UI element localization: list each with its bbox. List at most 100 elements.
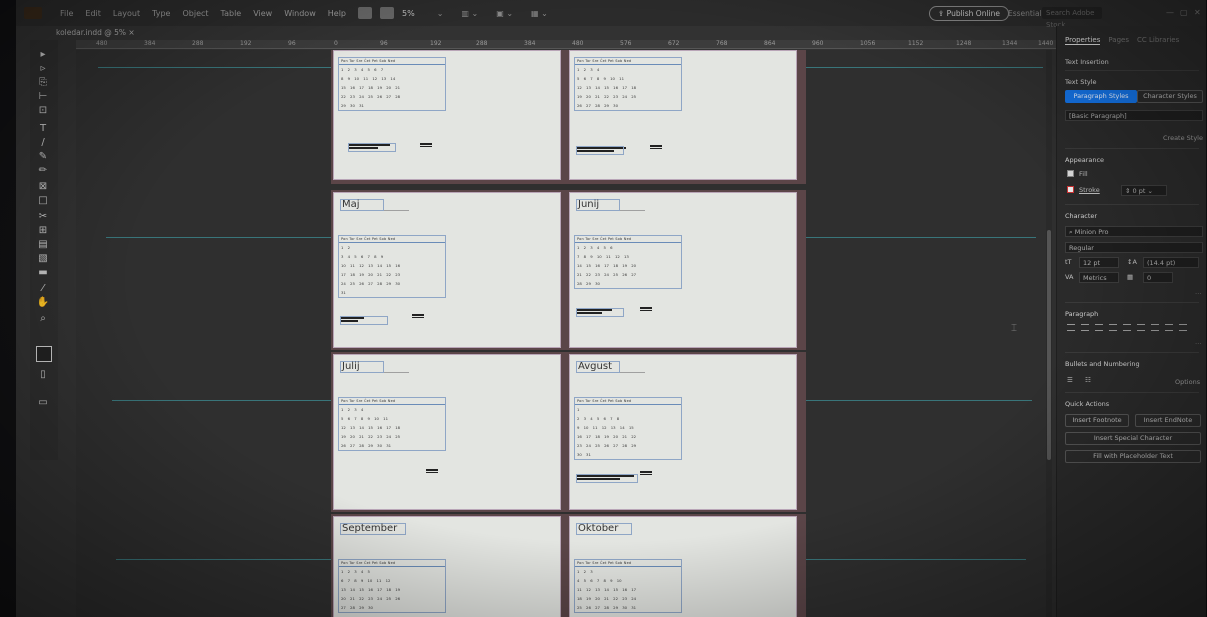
free-transform-tool-icon[interactable]: ⊞: [36, 226, 50, 236]
justify-right-icon[interactable]: [1137, 324, 1145, 331]
tracking-field[interactable]: 0: [1143, 272, 1173, 283]
text-frame[interactable]: [340, 316, 388, 325]
menu-view[interactable]: View: [253, 9, 272, 18]
page-right[interactable]: Pon Tor Sre Čet Pet Sob Ned 1 2 3 4 5 6 …: [569, 50, 797, 180]
leading-field[interactable]: (14.4 pt): [1143, 257, 1199, 268]
rectangle-frame-tool-icon[interactable]: ⊠: [36, 182, 50, 192]
align-towards-spine-icon[interactable]: [1165, 324, 1173, 331]
minimize-icon[interactable]: —: [1166, 8, 1174, 17]
arrange-documents-icon[interactable]: ▦ ⌄: [531, 9, 548, 18]
scrollbar-thumb[interactable]: [1047, 230, 1051, 460]
justify-all-icon[interactable]: [1151, 324, 1159, 331]
month-title[interactable]: Junij: [576, 199, 620, 211]
menu-edit[interactable]: Edit: [85, 9, 101, 18]
note-tool-icon[interactable]: ▬: [36, 268, 50, 278]
vertical-scrollbar[interactable]: [1046, 50, 1052, 617]
fill-stroke-swatch-icon[interactable]: [36, 346, 52, 362]
close-icon[interactable]: ✕: [1194, 8, 1201, 17]
menu-type[interactable]: Type: [152, 9, 170, 18]
type-tool-icon[interactable]: T: [36, 124, 50, 134]
more-paragraph-icon[interactable]: …: [1195, 338, 1202, 346]
tab-pages[interactable]: Pages: [1108, 36, 1129, 45]
menu-table[interactable]: Table: [221, 9, 242, 18]
month-title[interactable]: September: [340, 523, 406, 535]
page-tool-icon[interactable]: ⎘: [36, 78, 50, 88]
zoom-dropdown-icon[interactable]: ⌄: [437, 9, 444, 18]
insert-special-character-button[interactable]: Insert Special Character: [1065, 432, 1201, 445]
month-title[interactable]: Avgust: [576, 361, 620, 373]
menu-window[interactable]: Window: [284, 9, 316, 18]
tab-cc-libraries[interactable]: CC Libraries: [1137, 36, 1179, 45]
direct-selection-tool-icon[interactable]: ▹: [36, 64, 50, 74]
view-options-icon[interactable]: ▥ ⌄: [461, 9, 478, 18]
page-left[interactable]: Maj Pon Tor Sre Čet Pet Sob Ned 1 2 3 4 …: [333, 192, 561, 348]
gradient-swatch-tool-icon[interactable]: ▤: [36, 240, 50, 250]
zoom-tool-icon[interactable]: ⌕: [36, 314, 50, 324]
hand-tool-icon[interactable]: ✋: [36, 298, 50, 308]
menu-file[interactable]: File: [60, 9, 73, 18]
bridge-icon[interactable]: [358, 7, 372, 19]
workspace-switcher[interactable]: Essentials: [1008, 9, 1046, 18]
page-left[interactable]: Pon Tor Sre Čet Pet Sob Ned 1 2 3 4 5 6 …: [333, 50, 561, 180]
fill-placeholder-text-button[interactable]: Fill with Placeholder Text: [1065, 450, 1201, 463]
document-tab[interactable]: koledar.indd @ 5% ×: [56, 28, 135, 37]
screen-mode-icon[interactable]: ▣ ⌄: [496, 9, 513, 18]
font-family-select[interactable]: ⌕ Minion Pro: [1065, 226, 1203, 237]
align-right-icon[interactable]: [1095, 324, 1103, 331]
justify-center-icon[interactable]: [1123, 324, 1131, 331]
month-title[interactable]: Maj: [340, 199, 384, 211]
paragraph-styles-button[interactable]: Paragraph Styles: [1065, 90, 1137, 103]
page-left[interactable]: September Pon Tor Sre Čet Pet Sob Ned 1 …: [333, 516, 561, 617]
menu-layout[interactable]: Layout: [113, 9, 140, 18]
eyedropper-tool-icon[interactable]: ⁄: [36, 284, 50, 294]
maximize-icon[interactable]: ▢: [1180, 8, 1188, 17]
line-tool-icon[interactable]: /: [36, 138, 50, 148]
stroke-weight-field[interactable]: ⇕ 0 pt ⌄: [1121, 185, 1167, 196]
search-input[interactable]: Search Adobe Stock: [1042, 7, 1102, 29]
bullets-options-link[interactable]: Options: [1175, 378, 1200, 386]
align-away-spine-icon[interactable]: [1179, 324, 1187, 331]
scissors-tool-icon[interactable]: ✂: [36, 212, 50, 222]
numbered-list-icon[interactable]: ☷: [1085, 376, 1091, 384]
font-style-select[interactable]: Regular: [1065, 242, 1203, 253]
insert-endnote-button[interactable]: Insert EndNote: [1135, 414, 1201, 427]
tab-properties[interactable]: Properties: [1065, 36, 1101, 45]
close-tab-icon[interactable]: ×: [128, 28, 134, 37]
screen-mode-tool-icon[interactable]: ▭: [36, 398, 50, 408]
stock-icon[interactable]: [380, 7, 394, 19]
more-character-icon[interactable]: …: [1195, 288, 1202, 296]
month-title[interactable]: Julij: [340, 361, 384, 373]
fill-swatch-icon[interactable]: [1067, 170, 1074, 177]
page-right[interactable]: Oktober Pon Tor Sre Čet Pet Sob Ned 1 2 …: [569, 516, 797, 617]
text-frame[interactable]: [576, 146, 624, 155]
gap-tool-icon[interactable]: ⊢: [36, 92, 50, 102]
publish-online-button[interactable]: ⇪ Publish Online: [929, 6, 1009, 21]
pasteboard[interactable]: Pon Tor Sre Čet Pet Sob Ned 1 2 3 4 5 6 …: [76, 50, 1056, 617]
align-left-icon[interactable]: [1067, 324, 1075, 331]
text-frame[interactable]: [576, 474, 638, 483]
spread-4[interactable]: September Pon Tor Sre Čet Pet Sob Ned 1 …: [331, 514, 806, 617]
stroke-swatch-icon[interactable]: [1067, 186, 1074, 193]
pencil-tool-icon[interactable]: ✏: [36, 166, 50, 176]
month-title[interactable]: Oktober: [576, 523, 632, 535]
horizontal-ruler[interactable]: 480 384 288 192 96 0 96 192 288 384 480 …: [76, 40, 1056, 49]
font-size-field[interactable]: 12 pt: [1079, 257, 1119, 268]
justify-left-icon[interactable]: [1109, 324, 1117, 331]
character-styles-button[interactable]: Character Styles: [1137, 90, 1203, 103]
page-left[interactable]: Julij Pon Tor Sre Čet Pet Sob Ned 1 2 3 …: [333, 354, 561, 510]
paragraph-style-select[interactable]: [Basic Paragraph]: [1065, 110, 1203, 121]
align-center-icon[interactable]: [1081, 324, 1089, 331]
page-right[interactable]: Junij Pon Tor Sre Čet Pet Sob Ned 1 2 3 …: [569, 192, 797, 348]
stroke-label[interactable]: Stroke: [1079, 186, 1100, 194]
content-collector-icon[interactable]: ⊡: [36, 106, 50, 116]
selection-tool-icon[interactable]: ▸: [36, 50, 50, 60]
rectangle-tool-icon[interactable]: □: [36, 196, 50, 206]
menu-help[interactable]: Help: [328, 9, 346, 18]
spread-2[interactable]: Maj Pon Tor Sre Čet Pet Sob Ned 1 2 3 4 …: [331, 190, 806, 350]
spread-1[interactable]: Pon Tor Sre Čet Pet Sob Ned 1 2 3 4 5 6 …: [331, 50, 806, 184]
bulleted-list-icon[interactable]: ☰: [1067, 376, 1073, 384]
insert-footnote-button[interactable]: Insert Footnote: [1065, 414, 1129, 427]
pen-tool-icon[interactable]: ✎: [36, 152, 50, 162]
text-frame[interactable]: [348, 143, 396, 152]
spread-3[interactable]: Julij Pon Tor Sre Čet Pet Sob Ned 1 2 3 …: [331, 352, 806, 512]
